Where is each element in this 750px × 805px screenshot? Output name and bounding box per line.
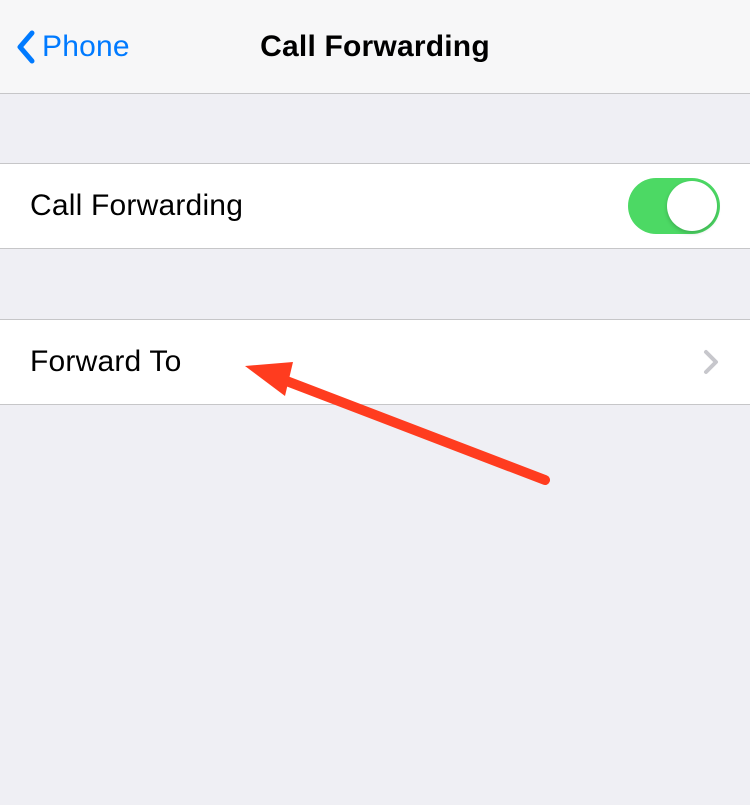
toggle-knob [667, 181, 717, 231]
section-spacer [0, 249, 750, 320]
call-forwarding-label: Call Forwarding [30, 189, 243, 223]
forward-to-row[interactable]: Forward To [0, 320, 750, 405]
chevron-right-icon [702, 348, 720, 376]
section-spacer [0, 94, 750, 164]
navigation-header: Phone Call Forwarding [0, 0, 750, 94]
back-button[interactable]: Phone [0, 0, 130, 93]
back-button-label: Phone [42, 30, 130, 64]
forward-to-label: Forward To [30, 345, 182, 379]
call-forwarding-row: Call Forwarding [0, 164, 750, 249]
chevron-left-icon [14, 29, 36, 65]
call-forwarding-toggle[interactable] [628, 178, 720, 234]
empty-area [0, 405, 750, 805]
page-title: Call Forwarding [260, 30, 490, 64]
